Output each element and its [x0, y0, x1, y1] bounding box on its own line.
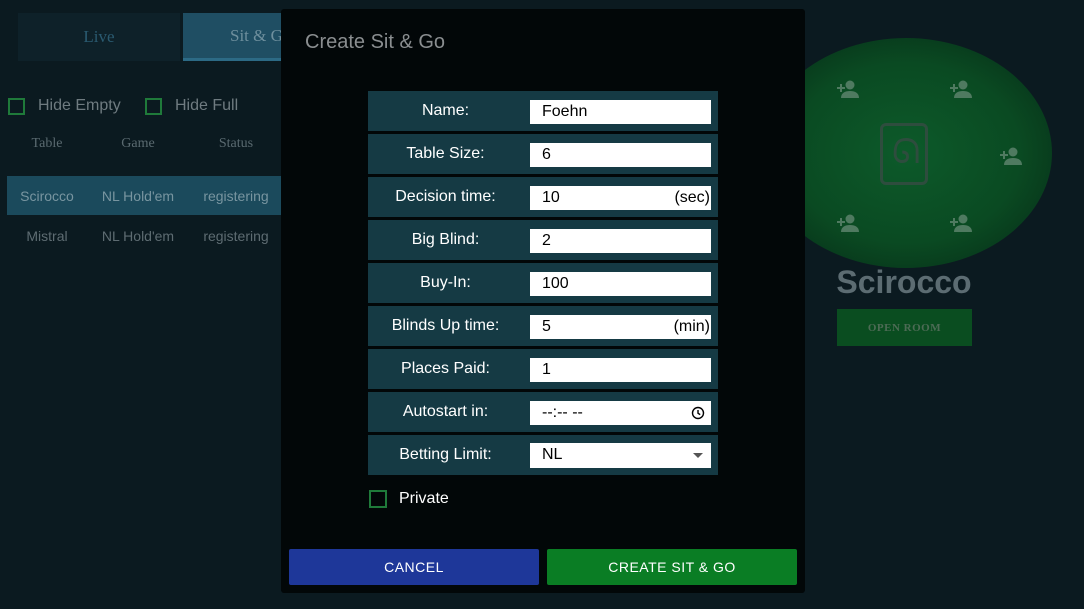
- add-person-icon[interactable]: [835, 212, 861, 234]
- private-checkbox[interactable]: [369, 490, 387, 508]
- form-row-autostart: Autostart in: --:-- --: [368, 392, 718, 432]
- form-row-buy-in: Buy-In: 100: [368, 263, 718, 303]
- table-row[interactable]: Scirocco NL Hold'em registering: [7, 176, 281, 215]
- places-paid-value: 1: [542, 361, 551, 378]
- row-table-name: Mistral: [26, 227, 68, 244]
- name-label: Name:: [421, 102, 470, 119]
- add-person-icon[interactable]: [998, 145, 1024, 167]
- hide-empty-checkbox[interactable]: [8, 97, 25, 115]
- add-person-icon[interactable]: [835, 78, 861, 100]
- autostart-label: Autostart in:: [402, 403, 489, 420]
- blinds-up-time-value: 5: [542, 318, 551, 335]
- form-row-decision-time: Decision time: 10 (sec): [368, 177, 718, 217]
- name-input-value: Foehn: [542, 103, 588, 120]
- add-person-icon[interactable]: [948, 212, 974, 234]
- form-row-betting-limit: Betting Limit: NL: [368, 435, 718, 475]
- places-paid-label: Places Paid:: [401, 360, 490, 377]
- buy-in-value: 100: [542, 275, 569, 292]
- room-name: Scirocco: [836, 264, 972, 300]
- big-blind-input[interactable]: 2: [530, 229, 711, 253]
- form-row-big-blind: Big Blind: 2: [368, 220, 718, 260]
- column-header-game[interactable]: Game: [91, 136, 185, 152]
- hide-empty-label: Hide Empty: [38, 97, 121, 114]
- add-person-icon[interactable]: [948, 78, 974, 100]
- autostart-value: --:-- --: [542, 404, 583, 421]
- blinds-up-time-input[interactable]: 5 (min): [530, 315, 711, 339]
- open-room-button[interactable]: OPEN ROOM: [837, 309, 972, 346]
- column-header-table[interactable]: Table: [7, 136, 87, 152]
- decision-time-unit: (sec): [674, 189, 710, 206]
- clock-icon[interactable]: [691, 406, 705, 420]
- create-sit-and-go-button[interactable]: CREATE SIT & GO: [547, 549, 797, 585]
- decision-time-input[interactable]: 10 (sec): [530, 186, 711, 210]
- form-row-places-paid: Places Paid: 1: [368, 349, 718, 389]
- form-row-name: Name: Foehn: [368, 91, 718, 131]
- blinds-up-time-label: Blinds Up time:: [391, 317, 500, 334]
- places-paid-input[interactable]: 1: [530, 358, 711, 382]
- create-sit-and-go-modal: Create Sit & Go Name: Foehn Table Size: …: [281, 9, 805, 593]
- name-input[interactable]: Foehn: [530, 100, 711, 124]
- table-size-value: 6: [542, 146, 551, 163]
- betting-limit-value: NL: [542, 446, 563, 463]
- hide-empty-filter[interactable]: Hide Empty: [8, 97, 121, 115]
- buy-in-input[interactable]: 100: [530, 272, 711, 296]
- chevron-down-icon: [693, 453, 703, 458]
- decision-time-label: Decision time:: [395, 188, 496, 205]
- form-row-table-size: Table Size: 6: [368, 134, 718, 174]
- hide-full-checkbox[interactable]: [145, 97, 162, 115]
- big-blind-label: Big Blind:: [411, 231, 480, 248]
- row-status: registering: [203, 227, 269, 244]
- tab-live[interactable]: Live: [18, 13, 180, 61]
- form-row-blinds-up-time: Blinds Up time: 5 (min): [368, 306, 718, 346]
- hide-full-filter[interactable]: Hide Full: [145, 97, 238, 115]
- cancel-button[interactable]: CANCEL: [289, 549, 539, 585]
- modal-title: Create Sit & Go: [305, 31, 446, 53]
- row-game: NL Hold'em: [101, 227, 175, 244]
- card-logo-icon: ᘏ: [880, 123, 928, 185]
- buy-in-label: Buy-In:: [420, 274, 471, 291]
- big-blind-value: 2: [542, 232, 551, 249]
- table-size-input[interactable]: 6: [530, 143, 711, 167]
- row-status: registering: [203, 187, 269, 204]
- autostart-time-input[interactable]: --:-- --: [530, 401, 711, 425]
- blinds-up-time-unit: (min): [673, 318, 710, 335]
- decision-time-value: 10: [542, 189, 560, 206]
- table-size-label: Table Size:: [406, 145, 485, 162]
- column-header-status[interactable]: Status: [187, 136, 285, 152]
- row-table-name: Scirocco: [20, 187, 74, 204]
- tab-live-label: Live: [83, 27, 115, 46]
- betting-limit-label: Betting Limit:: [399, 446, 492, 463]
- hide-full-label: Hide Full: [175, 97, 239, 114]
- private-label: Private: [399, 490, 449, 507]
- private-option[interactable]: Private: [369, 490, 449, 508]
- betting-limit-select[interactable]: NL: [530, 443, 711, 468]
- table-row[interactable]: Mistral NL Hold'em registering: [7, 216, 281, 255]
- row-game: NL Hold'em: [101, 187, 175, 204]
